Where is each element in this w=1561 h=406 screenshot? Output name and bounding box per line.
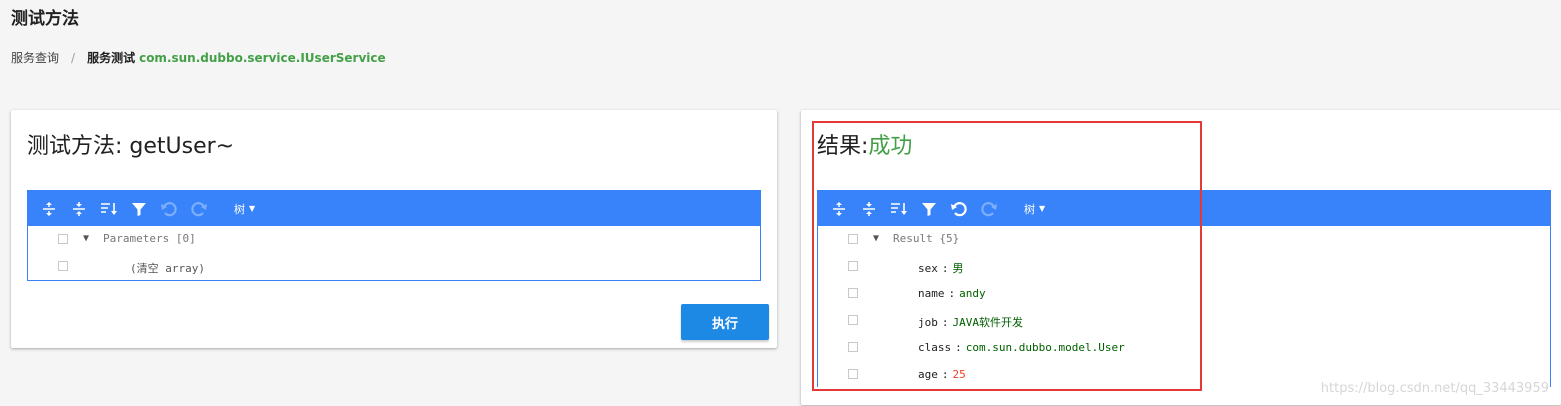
breadcrumb-separator: /: [71, 50, 76, 65]
result-title-prefix: 结果:: [817, 134, 869, 159]
field-value[interactable]: andy: [959, 287, 986, 300]
parameters-json-editor[interactable]: 树 ▼ ▼ Parameters [0] (清空 array): [27, 190, 761, 281]
collapse-all-icon[interactable]: [64, 191, 94, 226]
tree-field-row: job: JAVA软件开发: [818, 307, 1550, 334]
tree-field-row: sex: 男: [818, 253, 1550, 280]
field-value[interactable]: JAVA软件开发: [953, 316, 1024, 329]
editor-menu-bar: 树 ▼: [818, 191, 1550, 226]
expand-all-icon[interactable]: [824, 191, 854, 226]
view-mode-dropdown[interactable]: 树 ▼: [1024, 201, 1045, 217]
tree-root-row: ▼ Result {5}: [818, 226, 1550, 253]
row-select-checkbox[interactable]: [58, 261, 68, 271]
field-value[interactable]: com.sun.dubbo.model.User: [966, 341, 1125, 354]
tree-root-key: Parameters [0]: [103, 232, 196, 245]
sort-icon[interactable]: [94, 191, 124, 226]
filter-icon[interactable]: [914, 191, 944, 226]
field-key[interactable]: class: [918, 341, 951, 354]
view-mode-dropdown[interactable]: 树 ▼: [234, 201, 255, 217]
row-select-checkbox[interactable]: [848, 315, 858, 325]
tree-root-row: ▼ Parameters [0]: [28, 226, 760, 253]
page-title: 测试方法: [11, 9, 79, 29]
result-title: 结果:成功: [817, 128, 912, 160]
expand-toggle-icon[interactable]: ▼: [83, 233, 89, 244]
row-select-checkbox[interactable]: [848, 369, 858, 379]
chevron-down-icon: ▼: [249, 204, 256, 213]
filter-icon[interactable]: [124, 191, 154, 226]
row-select-checkbox[interactable]: [848, 288, 858, 298]
undo-icon[interactable]: [154, 191, 184, 226]
row-select-checkbox[interactable]: [58, 234, 68, 244]
editor-menu-bar: 树 ▼: [28, 191, 760, 226]
expand-toggle-icon[interactable]: ▼: [873, 233, 879, 244]
tree-empty-row: (清空 array): [28, 253, 760, 280]
field-key[interactable]: job: [918, 316, 938, 329]
execute-button[interactable]: 执行: [681, 304, 769, 340]
redo-icon[interactable]: [184, 191, 214, 226]
tree-field-row: class: com.sun.dubbo.model.User: [818, 334, 1550, 361]
breadcrumb-service-name: com.sun.dubbo.service.IUserService: [139, 50, 386, 65]
field-value[interactable]: 男: [953, 262, 964, 275]
row-select-checkbox[interactable]: [848, 342, 858, 352]
expand-all-icon[interactable]: [34, 191, 64, 226]
field-value[interactable]: 25: [953, 368, 966, 381]
tree-root-key: Result {5}: [893, 232, 960, 245]
chevron-down-icon: ▼: [1039, 204, 1046, 213]
result-json-editor[interactable]: 树 ▼ ▼ Result {5} sex: 男 name: andy job: JAV…: [817, 190, 1551, 387]
test-method-title: 测试方法: getUser~: [27, 134, 235, 159]
watermark: https://blog.csdn.net/qq_33443959: [1320, 381, 1549, 396]
sort-icon[interactable]: [884, 191, 914, 226]
json-tree: ▼ Result {5} sex: 男 name: andy job: JAVA软件开…: [818, 226, 1550, 388]
row-select-checkbox[interactable]: [848, 234, 858, 244]
field-key[interactable]: age: [918, 368, 938, 381]
result-status: 成功: [868, 134, 913, 159]
result-card: 结果:成功 树 ▼ ▼ Result {5} sex: 男 name: an…: [801, 110, 1561, 405]
tree-field-row: name: andy: [818, 280, 1550, 307]
field-key[interactable]: sex: [918, 262, 938, 275]
empty-array-note: (清空 array): [130, 262, 205, 275]
collapse-all-icon[interactable]: [854, 191, 884, 226]
json-tree: ▼ Parameters [0] (清空 array): [28, 226, 760, 280]
breadcrumb: 服务查询 / 服务测试 com.sun.dubbo.service.IUserS…: [11, 49, 386, 66]
breadcrumb-parent-link[interactable]: 服务查询: [11, 49, 59, 66]
view-mode-label: 树: [234, 202, 245, 216]
breadcrumb-current: 服务测试: [87, 51, 136, 65]
row-select-checkbox[interactable]: [848, 261, 858, 271]
undo-icon[interactable]: [944, 191, 974, 226]
view-mode-label: 树: [1024, 202, 1035, 216]
test-method-card: 测试方法: getUser~ 树 ▼ ▼ Parameters [0] (清空 …: [11, 110, 777, 348]
field-key[interactable]: name: [918, 287, 945, 300]
redo-icon[interactable]: [974, 191, 1004, 226]
